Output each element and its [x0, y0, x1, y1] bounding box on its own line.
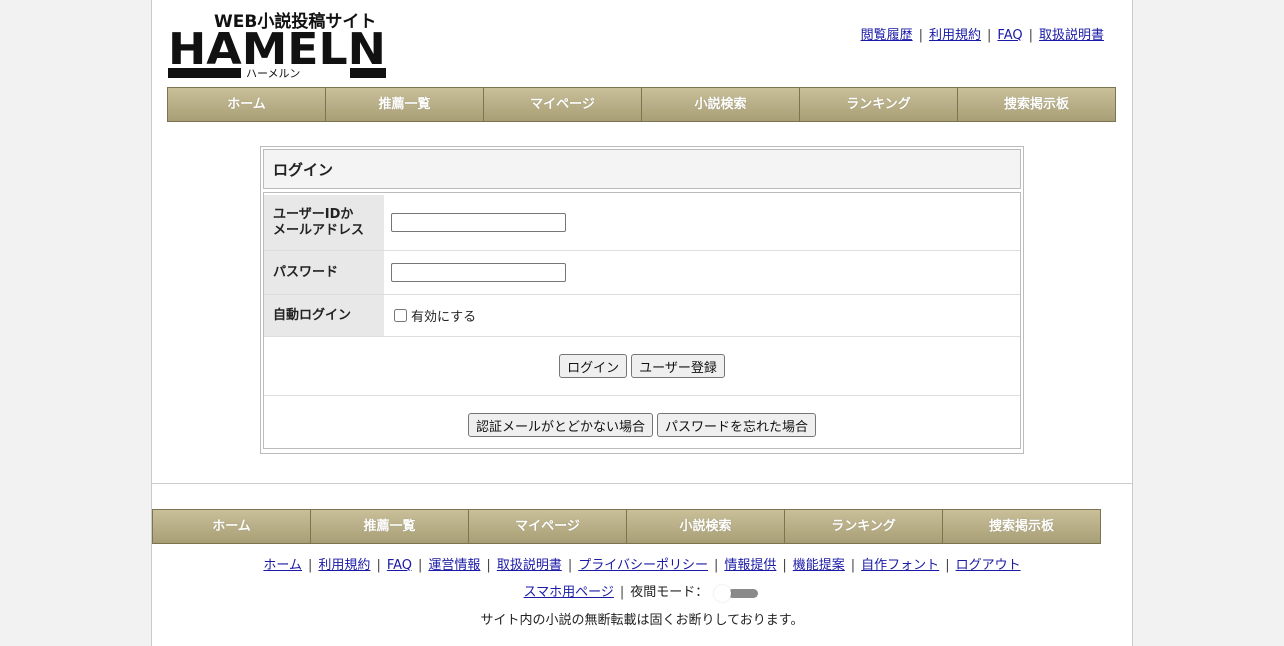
header-link-faq[interactable]: FAQ: [997, 28, 1022, 43]
nav-recommend[interactable]: 推薦一覧: [326, 88, 484, 121]
footer-link-manual[interactable]: 取扱説明書: [497, 558, 562, 573]
footer-link-font[interactable]: 自作フォント: [861, 558, 939, 573]
auto-login-option[interactable]: 有効にする: [391, 306, 476, 325]
user-id-input[interactable]: [391, 213, 566, 232]
footer-nav-board[interactable]: 捜索掲示板: [943, 510, 1100, 543]
no-auth-mail-button[interactable]: 認証メールがとどかない場合: [467, 413, 653, 437]
footer-divider: [152, 483, 1132, 484]
footer-nav-mypage[interactable]: マイページ: [469, 510, 627, 543]
forgot-password-button[interactable]: パスワードを忘れた場合: [657, 413, 817, 437]
auto-login-option-label: 有効にする: [411, 310, 477, 325]
auto-login-row: 自動ログイン 有効にする: [264, 295, 1020, 337]
password-input[interactable]: [391, 263, 566, 282]
footer-nav-recommend[interactable]: 推薦一覧: [311, 510, 469, 543]
footer-link-faq[interactable]: FAQ: [387, 558, 412, 573]
footer-settings: スマホ用ページ | 夜間モード：: [152, 581, 1132, 602]
header-links: 閲覧履歴 | 利用規約 | FAQ | 取扱説明書: [860, 28, 1104, 43]
help-actions: 認証メールがとどかない場合 パスワードを忘れた場合: [264, 396, 1020, 454]
copyright-notice: サイト内の小説の無断転載は固くお断りしております。: [480, 613, 804, 628]
header-link-history[interactable]: 閲覧履歴: [861, 28, 913, 43]
auto-login-checkbox[interactable]: [394, 309, 407, 322]
login-panel: ログイン ユーザーIDか メールアドレス パスワード 自動ログイン 有効にする …: [260, 146, 1024, 454]
footer-link-home[interactable]: ホーム: [263, 558, 302, 573]
user-id-label: ユーザーIDか メールアドレス: [264, 195, 384, 250]
password-label: パスワード: [264, 251, 384, 294]
night-mode-toggle[interactable]: [714, 584, 760, 602]
footer-link-operation[interactable]: 運営情報: [428, 558, 480, 573]
nav-ranking[interactable]: ランキング: [800, 88, 958, 121]
nav-board[interactable]: 捜索掲示板: [958, 88, 1115, 121]
footer-nav-ranking[interactable]: ランキング: [785, 510, 943, 543]
footer-link-logout[interactable]: ログアウト: [956, 558, 1021, 573]
logo-subtitle: ハーメルン: [246, 67, 300, 80]
login-button[interactable]: ログイン: [559, 354, 628, 378]
password-row: パスワード: [264, 251, 1020, 295]
toggle-knob: [714, 584, 732, 602]
footer-links: ホーム | 利用規約 | FAQ | 運営情報 | 取扱説明書 | プライバシーポリシー | 情報提供 |…: [263, 558, 1021, 573]
nav-search[interactable]: 小説検索: [642, 88, 800, 121]
login-actions: ログイン ユーザー登録: [264, 337, 1020, 396]
hameln-logo[interactable]: WEB小説投稿サイト HAMELN ハーメルン: [168, 10, 388, 80]
footer-nav-search[interactable]: 小説検索: [627, 510, 785, 543]
mobile-page-link[interactable]: スマホ用ページ: [524, 585, 614, 600]
main-nav: ホーム 推薦一覧 マイページ 小説検索 ランキング 捜索掲示板: [167, 87, 1116, 122]
header-link-terms[interactable]: 利用規約: [929, 28, 981, 43]
footer-link-privacy[interactable]: プライバシーポリシー: [578, 558, 708, 573]
login-form: ユーザーIDか メールアドレス パスワード 自動ログイン 有効にする ログイン …: [263, 192, 1021, 449]
night-mode-label: 夜間モード：: [630, 585, 709, 600]
footer-nav: ホーム 推薦一覧 マイページ 小説検索 ランキング 捜索掲示板: [152, 509, 1101, 544]
login-title: ログイン: [263, 149, 1021, 189]
nav-home[interactable]: ホーム: [168, 88, 326, 121]
user-id-row: ユーザーIDか メールアドレス: [264, 195, 1020, 251]
register-button[interactable]: ユーザー登録: [631, 354, 725, 378]
footer-link-info[interactable]: 情報提供: [724, 558, 776, 573]
header-link-manual[interactable]: 取扱説明書: [1039, 28, 1104, 43]
nav-mypage[interactable]: マイページ: [484, 88, 642, 121]
footer-link-terms[interactable]: 利用規約: [318, 558, 370, 573]
auto-login-label: 自動ログイン: [264, 295, 384, 336]
footer-link-suggestion[interactable]: 機能提案: [793, 558, 845, 573]
footer-nav-home[interactable]: ホーム: [153, 510, 311, 543]
page-container: WEB小説投稿サイト HAMELN ハーメルン 閲覧履歴 | 利用規約 | FAQ | 取扱…: [151, 0, 1133, 646]
